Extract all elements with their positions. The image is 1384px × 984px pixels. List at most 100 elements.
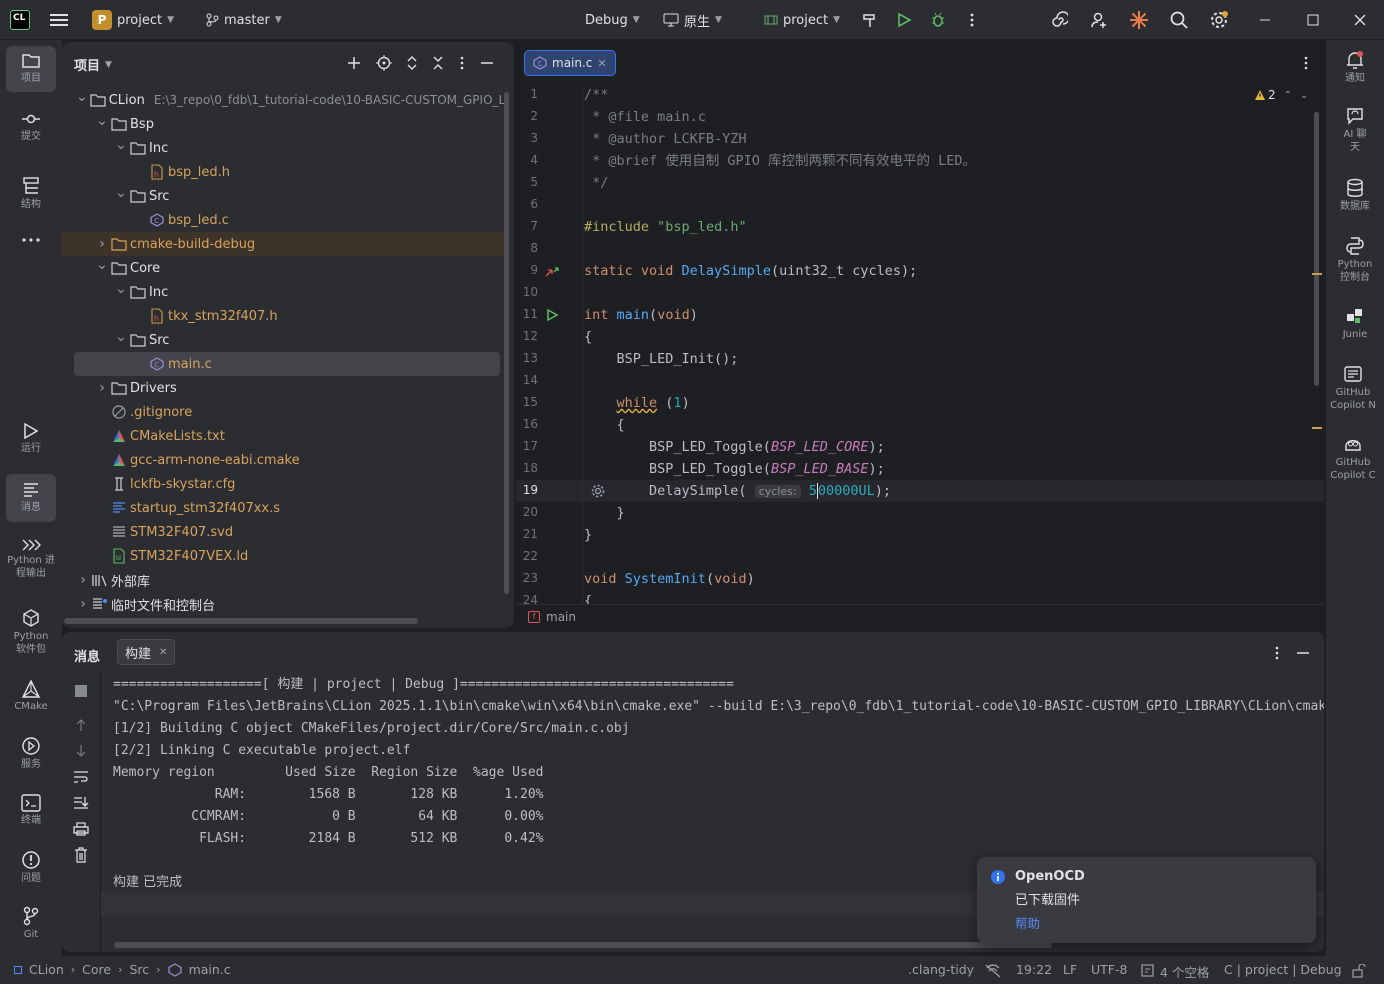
- line-number[interactable]: 5: [516, 175, 538, 189]
- tree-file[interactable]: CMakeLists.txt: [62, 424, 504, 448]
- main-menu-button[interactable]: [50, 8, 68, 32]
- line-number[interactable]: 2: [516, 109, 538, 123]
- breadcrumb-item[interactable]: Src: [130, 962, 150, 977]
- line-number[interactable]: 13: [516, 351, 538, 365]
- tree-horizontal-scrollbar[interactable]: [64, 618, 418, 624]
- status-breadcrumb[interactable]: CLion › Core › Src › main.c: [14, 962, 231, 977]
- tree-file[interactable]: STM32F407.svd: [62, 520, 504, 544]
- breadcrumb-item[interactable]: main.c: [189, 962, 231, 977]
- tool-project[interactable]: 项目: [6, 46, 56, 92]
- editor-vertical-scrollbar[interactable]: [1314, 112, 1319, 386]
- tool-python-packages[interactable]: Python 软件包: [6, 608, 56, 658]
- close-window-button[interactable]: [1353, 8, 1367, 32]
- tool-git[interactable]: Git: [6, 906, 56, 946]
- chevron-down-icon[interactable]: ⌄: [114, 329, 128, 345]
- inspection-widget[interactable]: 2 ⌃ ⌄: [1254, 88, 1308, 102]
- build-button[interactable]: [862, 8, 878, 32]
- tree-file[interactable]: h tkx_stm32f407.h: [62, 304, 504, 328]
- tree-file[interactable]: .gitignore: [62, 400, 504, 424]
- line-number[interactable]: 4: [516, 153, 538, 167]
- tree-folder[interactable]: › Drivers: [62, 376, 504, 400]
- more-vertical-icon[interactable]: [1302, 56, 1310, 70]
- branch-selector[interactable]: master ▼: [205, 8, 282, 32]
- tool-ai-chat[interactable]: AI 聊天: [1330, 106, 1380, 160]
- run-button[interactable]: [896, 8, 912, 32]
- chevron-down-icon[interactable]: ⌄: [114, 137, 128, 153]
- line-number[interactable]: 14: [516, 373, 538, 387]
- chevron-down-icon[interactable]: ⌄: [114, 185, 128, 201]
- resolve-context[interactable]: C | project | Debug: [1224, 962, 1342, 977]
- line-separator[interactable]: LF: [1063, 962, 1077, 977]
- tool-copilot[interactable]: GitHub Copilot N: [1328, 364, 1378, 418]
- tree-file[interactable]: h bsp_led.h: [62, 160, 504, 184]
- tree-folder[interactable]: ⌄ Src: [62, 328, 504, 352]
- tree-folder[interactable]: ⌄ Inc: [62, 280, 504, 304]
- tool-python-console[interactable]: Python 控制台: [1330, 236, 1380, 290]
- tree-file[interactable]: ld STM32F407VEX.ld: [62, 544, 504, 568]
- inspections-off-icon[interactable]: [985, 964, 1001, 978]
- line-number[interactable]: 17: [516, 439, 538, 453]
- line-number[interactable]: 21: [516, 527, 538, 541]
- tool-cmake[interactable]: CMake: [6, 680, 56, 720]
- navigate-declaration-icon[interactable]: [544, 264, 560, 278]
- expand-all-icon[interactable]: [406, 55, 418, 71]
- add-user-button[interactable]: [1090, 8, 1108, 32]
- line-number[interactable]: 1: [516, 87, 538, 101]
- chevron-right-icon[interactable]: ›: [95, 236, 109, 252]
- maximize-button[interactable]: [1306, 8, 1320, 32]
- close-tab-icon[interactable]: ✕: [597, 57, 606, 70]
- warning-marker[interactable]: [1312, 273, 1322, 275]
- tool-services[interactable]: 服务: [6, 736, 56, 776]
- build-config-selector[interactable]: Debug ▼: [585, 8, 640, 32]
- tree-folder[interactable]: ⌄ Core: [62, 256, 504, 280]
- tree-folder[interactable]: › 外部库: [62, 568, 504, 592]
- tool-more[interactable]: [6, 236, 56, 256]
- caret-position[interactable]: 19:22: [1016, 962, 1052, 977]
- project-panel-title[interactable]: 项目 ▼: [74, 55, 112, 74]
- line-number[interactable]: 8: [516, 241, 538, 255]
- tool-messages[interactable]: 消息: [6, 474, 56, 522]
- tool-python-output[interactable]: Python 进程输出: [6, 538, 56, 588]
- line-number[interactable]: 22: [516, 549, 538, 563]
- line-number[interactable]: 18: [516, 461, 538, 475]
- tree-file[interactable]: Cbsp_led.c: [62, 208, 504, 232]
- run-target-selector[interactable]: project ▼: [764, 8, 840, 32]
- chevron-right-icon[interactable]: ›: [76, 572, 90, 588]
- tree-folder[interactable]: ⌄ Inc: [62, 136, 504, 160]
- tab-main-c[interactable]: C main.c ✕: [524, 50, 616, 76]
- editor-breadcrumb[interactable]: f main: [516, 604, 1324, 628]
- line-number[interactable]: 11: [516, 307, 538, 321]
- breadcrumb-item[interactable]: Core: [82, 962, 111, 977]
- line-number[interactable]: 19: [516, 483, 538, 497]
- lock-icon[interactable]: [1352, 964, 1366, 978]
- tool-problems[interactable]: 问题: [6, 850, 56, 890]
- line-number[interactable]: 10: [516, 285, 538, 299]
- new-file-icon[interactable]: [346, 55, 362, 71]
- tool-terminal[interactable]: 终端: [6, 794, 56, 834]
- breadcrumb-item[interactable]: CLion: [29, 962, 64, 977]
- line-number[interactable]: 12: [516, 329, 538, 343]
- tool-notifications[interactable]: 通知: [1330, 50, 1380, 90]
- ai-assistant-button[interactable]: [1050, 8, 1068, 32]
- next-highlight-icon[interactable]: ⌄: [1300, 90, 1308, 101]
- more-vertical-icon[interactable]: [458, 55, 466, 71]
- console-horizontal-scrollbar[interactable]: [114, 942, 1052, 948]
- debug-button[interactable]: [930, 8, 946, 32]
- line-number[interactable]: 23: [516, 571, 538, 585]
- chevron-down-icon[interactable]: ⌄: [114, 281, 128, 297]
- line-number[interactable]: 7: [516, 219, 538, 233]
- tree-file[interactable]: Cmain.c: [74, 352, 500, 376]
- tool-run[interactable]: 运行: [6, 422, 56, 462]
- tool-structure[interactable]: 结构: [6, 176, 56, 216]
- settings-button[interactable]: [1209, 8, 1229, 32]
- line-number[interactable]: 9: [516, 263, 538, 277]
- minimize-button[interactable]: [1258, 8, 1272, 32]
- tool-copilot-chat[interactable]: GitHub Copilot C: [1328, 434, 1378, 488]
- line-number[interactable]: 15: [516, 395, 538, 409]
- file-encoding[interactable]: UTF-8: [1091, 962, 1127, 977]
- line-number[interactable]: 3: [516, 131, 538, 145]
- tree-folder[interactable]: ⌄ Bsp: [62, 112, 504, 136]
- line-number[interactable]: 20: [516, 505, 538, 519]
- tool-commit[interactable]: 提交: [6, 110, 56, 150]
- app-logo[interactable]: CL: [10, 8, 30, 32]
